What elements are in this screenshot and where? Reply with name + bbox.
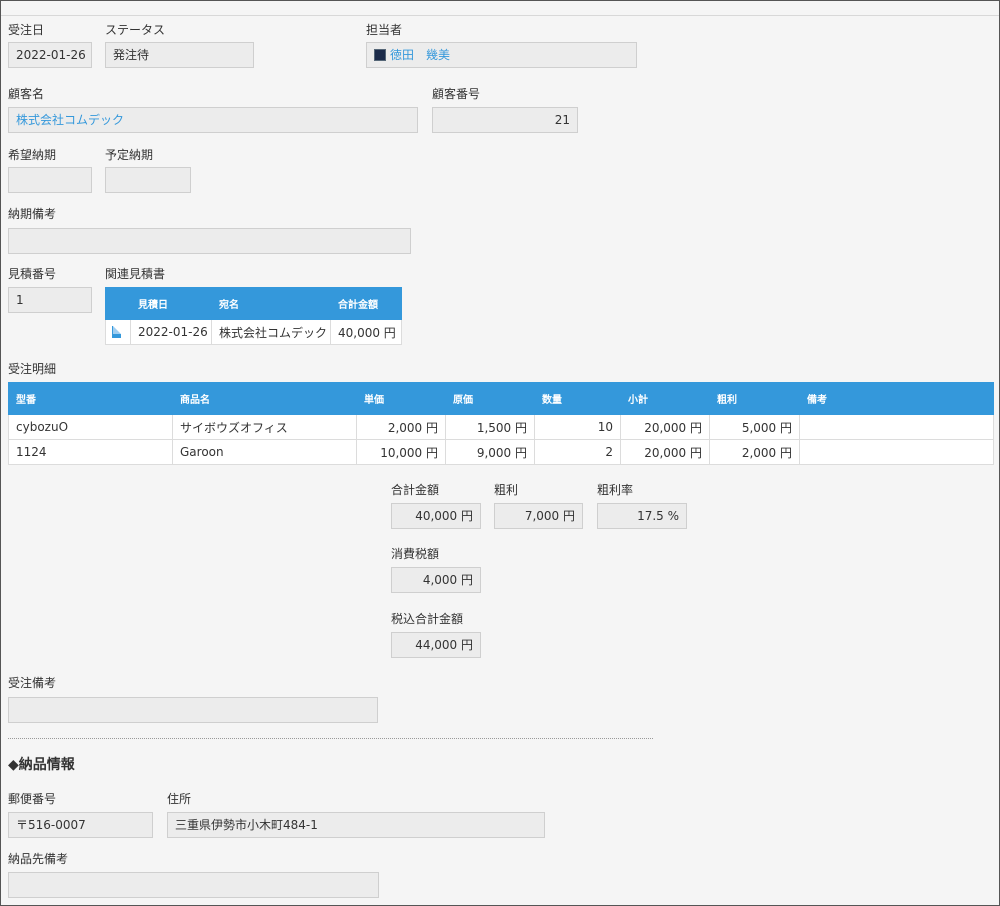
estimate-date-cell: 2022-01-26 [130,319,212,345]
related-estimates-header-row: 見積日 宛名 合計金額 [105,287,402,320]
header-unit-price: 単価 [356,382,446,415]
gross-profit-cell: 2,000 円 [709,439,800,465]
person-label: 担当者 [366,23,403,37]
table-row: cybozuO サイボウズオフィス 2,000 円 1,500 円 10 20,… [8,414,994,440]
table-row: 1124 Garoon 10,000 円 9,000 円 2 20,000 円 … [8,439,994,465]
header-estimate-date: 見積日 [130,287,212,320]
product-cell: Garoon [172,439,357,465]
customer-no-field: 21 [432,107,578,133]
table-row: 2022-01-26 株式会社コムデック 40,000 円 [105,319,402,345]
header-gross-profit: 粗利 [709,382,800,415]
customer-link[interactable]: 株式会社コムデック [8,107,418,133]
gross-rate-label: 粗利率 [597,483,634,497]
document-icon[interactable] [112,326,121,338]
cost-cell: 1,500 円 [445,414,535,440]
header-icon-col [105,287,131,320]
subtotal-cell: 20,000 円 [620,414,710,440]
order-date-field: 2022-01-26 [8,42,92,68]
top-divider [1,15,999,16]
tax-field: 4,000 円 [391,567,481,593]
total-incl-label: 税込合計金額 [391,612,464,626]
total-label: 合計金額 [391,483,440,497]
postal-field: 〒516-0007 [8,812,153,838]
estimate-doc-cell[interactable] [105,319,131,345]
note-cell [799,439,994,465]
person-field: 徳田 幾美 [366,42,637,68]
planned-delivery-field [105,167,191,193]
gross-profit-cell: 5,000 円 [709,414,800,440]
gross-label: 粗利 [494,483,519,497]
gross-rate-field: 17.5 % [597,503,687,529]
qty-cell: 2 [534,439,621,465]
user-avatar-icon [374,49,386,61]
gross-field: 7,000 円 [494,503,583,529]
order-date-label: 受注日 [8,23,45,37]
header-subtotal: 小計 [620,382,710,415]
planned-delivery-label: 予定納期 [105,148,154,162]
model-link[interactable]: cybozuO [8,414,173,440]
order-note-label: 受注備考 [8,676,57,690]
header-note: 備考 [799,382,994,415]
header-cost: 原価 [445,382,535,415]
product-cell: サイボウズオフィス [172,414,357,440]
estimate-addressee-cell: 株式会社コムデック [211,319,331,345]
address-label: 住所 [167,792,192,806]
customer-no-label: 顧客番号 [432,87,481,101]
section-divider [8,738,653,739]
order-details-table: 型番 商品名 単価 原価 数量 小計 粗利 備考 cybozuO サイボウズオフ… [8,382,994,465]
unit-price-cell: 2,000 円 [356,414,446,440]
total-incl-field: 44,000 円 [391,632,481,658]
total-field: 40,000 円 [391,503,481,529]
desired-delivery-label: 希望納期 [8,148,57,162]
header-product: 商品名 [172,382,357,415]
note-cell [799,414,994,440]
delivery-note-label: 納期備考 [8,207,57,221]
delivery-section-title: ◆納品情報 [8,757,75,773]
details-label: 受注明細 [8,362,57,376]
order-note-field [8,697,378,723]
tax-label: 消費税額 [391,547,440,561]
header-model: 型番 [8,382,173,415]
status-label: ステータス [105,23,166,37]
estimate-no-label: 見積番号 [8,267,57,281]
header-qty: 数量 [534,382,621,415]
related-estimates-label: 関連見積書 [105,267,166,281]
details-header-row: 型番 商品名 単価 原価 数量 小計 粗利 備考 [8,382,994,415]
related-estimates-table: 見積日 宛名 合計金額 2022-01-26 株式会社コムデック 40,000 … [105,287,402,345]
postal-label: 郵便番号 [8,792,57,806]
customer-label: 顧客名 [8,87,45,101]
desired-delivery-field [8,167,92,193]
delivery-note-field-2 [8,872,379,898]
model-link[interactable]: 1124 [8,439,173,465]
estimate-no-field: 1 [8,287,92,313]
status-field: 発注待 [105,42,254,68]
delivery-note-field [8,228,411,254]
person-link[interactable]: 徳田 幾美 [390,48,450,62]
order-detail-page: 受注日 2022-01-26 ステータス 発注待 担当者 徳田 幾美 顧客名 株… [0,0,1000,906]
subtotal-cell: 20,000 円 [620,439,710,465]
delivery-note-label-2: 納品先備考 [8,852,69,866]
unit-price-cell: 10,000 円 [356,439,446,465]
header-addressee: 宛名 [211,287,331,320]
cost-cell: 9,000 円 [445,439,535,465]
estimate-total-cell: 40,000 円 [330,319,402,345]
header-total: 合計金額 [330,287,402,320]
address-field: 三重県伊勢市小木町484-1 [167,812,545,838]
qty-cell: 10 [534,414,621,440]
